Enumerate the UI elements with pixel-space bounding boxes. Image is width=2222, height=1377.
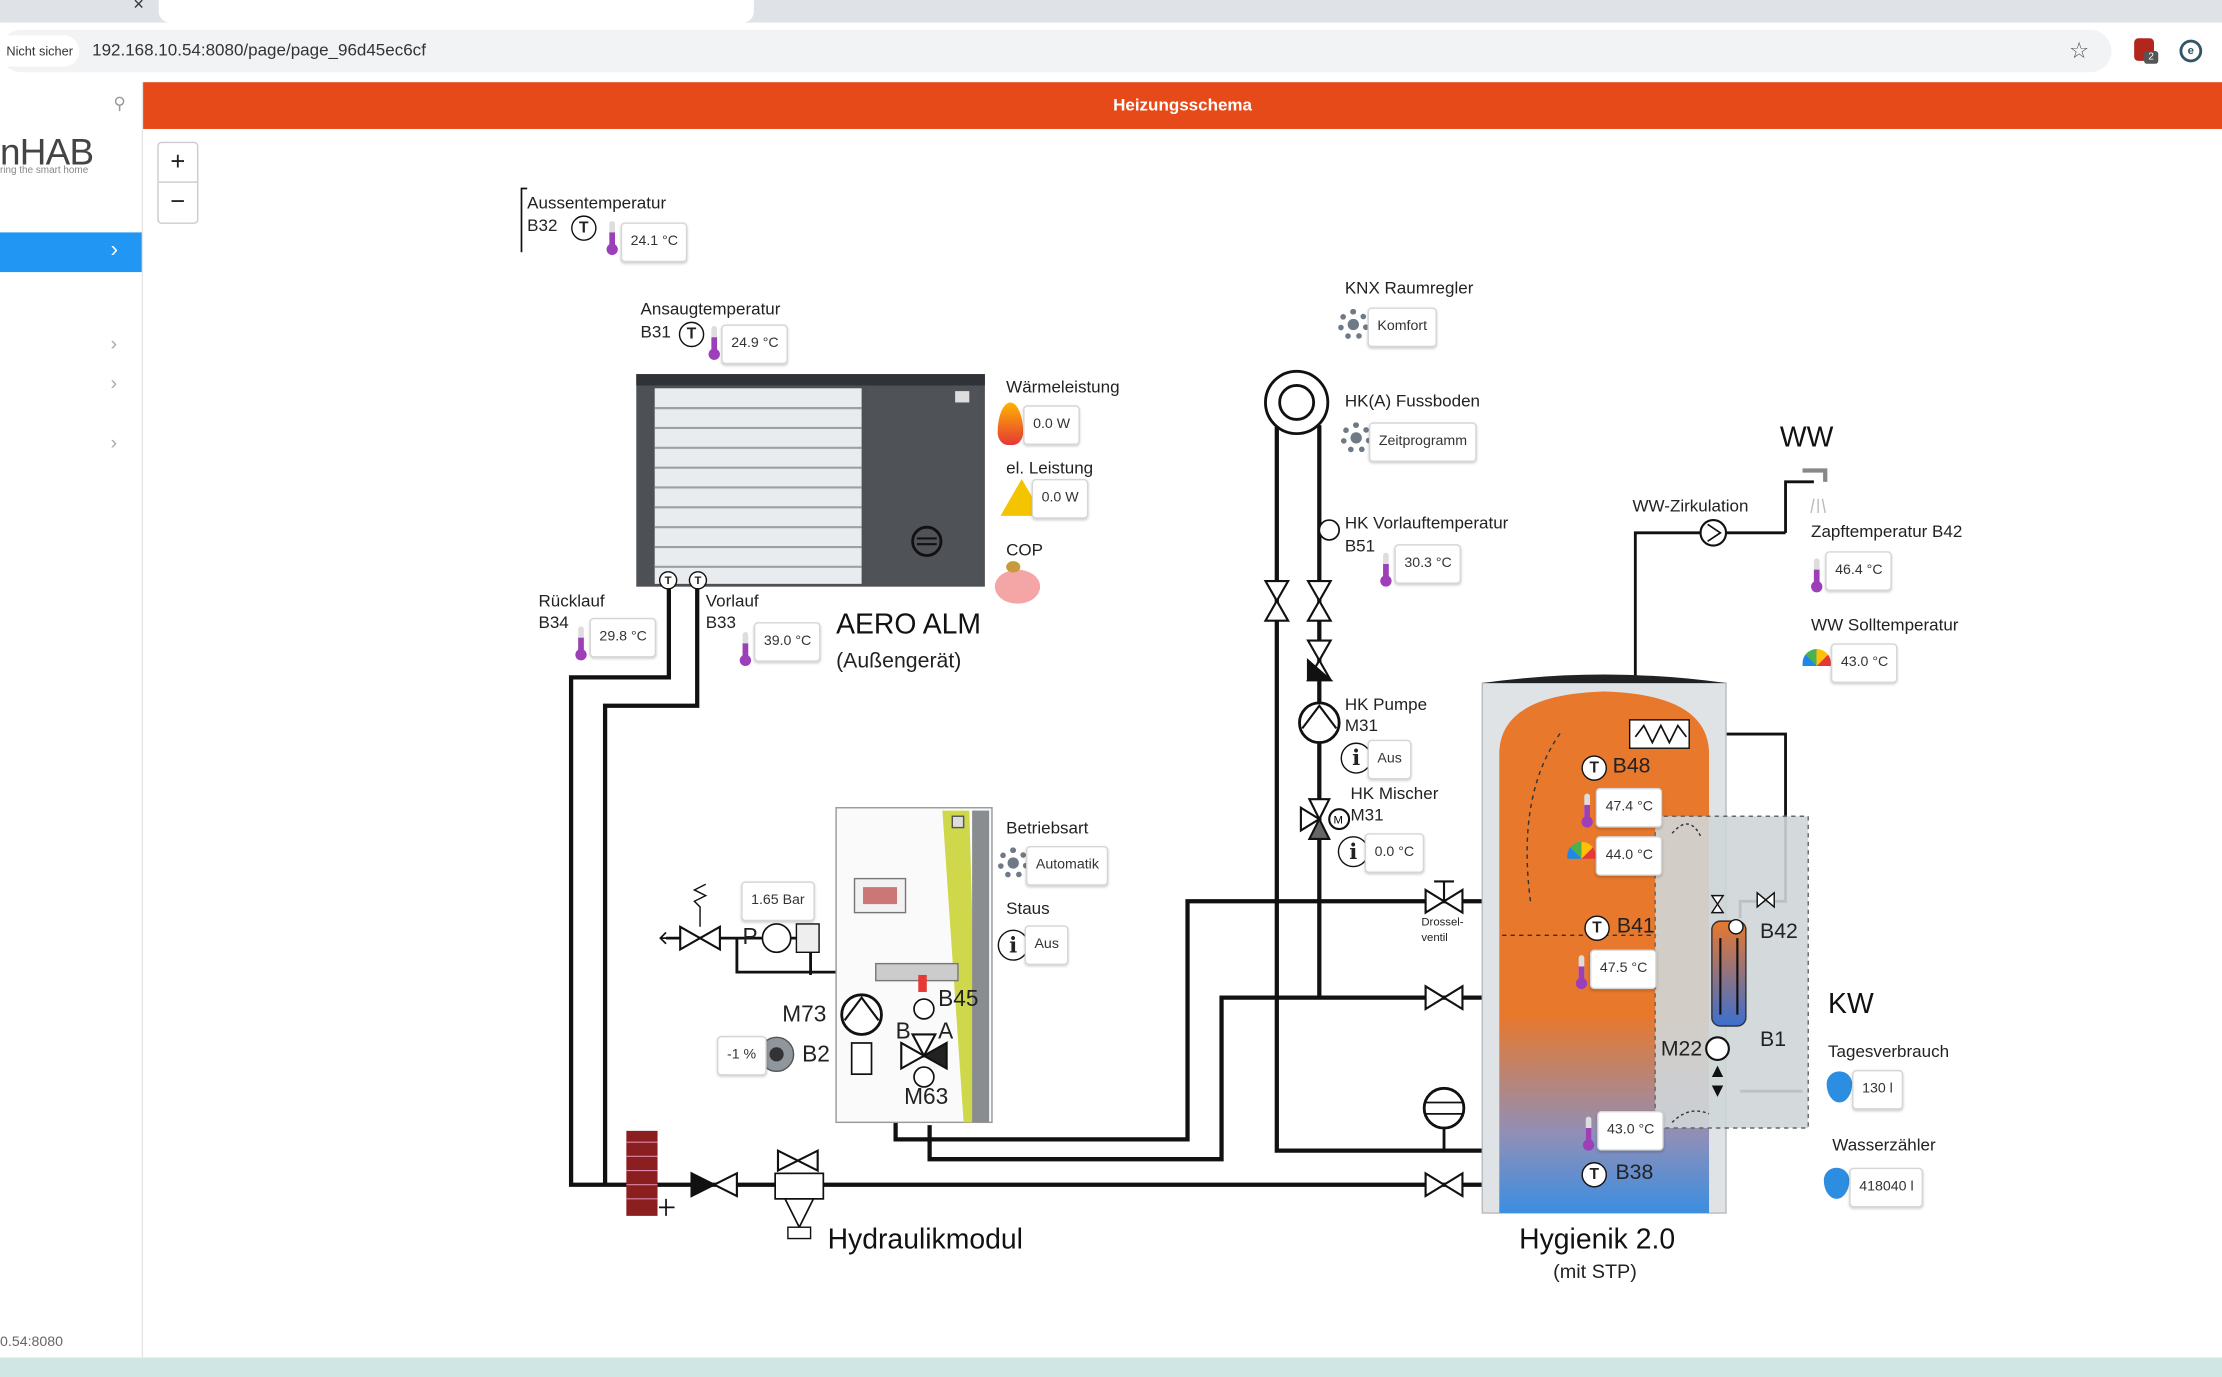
piggy-bank-icon — [994, 569, 1041, 604]
label-b45: B45 — [938, 987, 979, 1012]
label-wasserzaehler: Wasserzähler — [1832, 1135, 1936, 1155]
value-pressure[interactable]: 1.65 Bar — [741, 881, 815, 922]
value-b41[interactable]: 47.5 °C — [1589, 949, 1658, 990]
label-m63: M63 — [904, 1085, 949, 1110]
label-ww: WW — [1779, 422, 1834, 454]
temperature-sensor-icon: T — [1584, 915, 1610, 941]
label-cop: COP — [1006, 539, 1044, 560]
temperature-sensor-icon: T — [658, 571, 678, 590]
value-wasserzaehler[interactable]: 418040 l — [1849, 1167, 1924, 1208]
label-hk-vorlauftemperatur: HK Vorlauftemperatur — [1344, 512, 1509, 533]
label-staus: Staus — [1006, 898, 1050, 919]
label-hk-mischer-code: M31 — [1350, 804, 1384, 825]
thermometer-icon — [575, 626, 587, 661]
thermometer-icon — [1582, 1116, 1595, 1151]
label-valve-b: B — [895, 1020, 911, 1045]
value-b32[interactable]: 24.1 °C — [620, 222, 688, 263]
temperature-sensor-icon: T — [1581, 755, 1607, 781]
thermometer-icon — [1575, 955, 1588, 990]
label-zapftemperatur: Zapftemperatur B42 — [1811, 521, 1963, 542]
zoom-in-button[interactable]: + — [158, 143, 197, 183]
label-b32: B32 — [527, 215, 558, 236]
thermometer-icon — [1380, 552, 1392, 587]
label-b41: B41 — [1616, 914, 1655, 939]
heat-pump-subtitle: (Außengerät) — [836, 649, 962, 674]
thermometer-icon — [1581, 793, 1593, 828]
label-b31: B31 — [640, 321, 671, 342]
label-ww-zirkulation: WW-Zirkulation — [1632, 495, 1749, 516]
label-aussentemperatur: Aussentemperatur — [527, 192, 667, 213]
label-b34: B34 — [538, 612, 569, 633]
label-b38: B38 — [1615, 1160, 1654, 1185]
label-b2: B2 — [802, 1042, 830, 1068]
label-pressure-p: P — [742, 925, 758, 950]
value-tagesverbrauch[interactable]: 130 l — [1852, 1069, 1903, 1110]
value-ww-solltemperatur[interactable]: 43.0 °C — [1830, 643, 1899, 684]
gear-icon — [1337, 308, 1369, 341]
label-hk-mischer: HK Mischer — [1350, 783, 1439, 804]
thermometer-icon — [708, 325, 720, 360]
value-el-leistung[interactable]: 0.0 W — [1031, 478, 1089, 519]
label-el-leistung: el. Leistung — [1006, 457, 1094, 478]
value-zapftemperatur[interactable]: 46.4 °C — [1825, 551, 1893, 591]
label-hk-pumpe-code: M31 — [1344, 715, 1378, 736]
label-valve-a: A — [938, 1020, 954, 1045]
value-hk-fussboden[interactable]: Zeitprogramm — [1368, 422, 1477, 462]
coin-icon — [1006, 561, 1021, 573]
value-b33[interactable]: 39.0 °C — [753, 622, 822, 662]
label-hk-pumpe: HK Pumpe — [1344, 694, 1428, 715]
hydraulic-module-name: Hydraulikmodul — [827, 1224, 1023, 1256]
label-b33: B33 — [705, 612, 736, 633]
label-ansaugtemperatur: Ansaugtemperatur — [640, 299, 781, 319]
value-b51[interactable]: 30.3 °C — [1394, 544, 1462, 584]
value-waermeleistung[interactable]: 0.0 W — [1023, 405, 1081, 445]
value-b31[interactable]: 24.9 °C — [721, 324, 789, 365]
gear-icon — [1340, 422, 1372, 454]
label-ruecklauf: Rücklauf — [538, 590, 605, 611]
zoom-out-button[interactable]: − — [159, 183, 197, 221]
label-waermeleistung: Wärmeleistung — [1006, 376, 1120, 397]
label-b48: B48 — [1612, 753, 1651, 778]
value-knx-raumregler[interactable]: Komfort — [1367, 307, 1437, 348]
label-vorlauf: Vorlauf — [705, 590, 759, 611]
label-kw: KW — [1828, 989, 1874, 1021]
value-b2[interactable]: -1 % — [717, 1035, 767, 1076]
value-b34[interactable]: 29.8 °C — [589, 617, 657, 658]
wall-brick — [626, 1130, 658, 1216]
label-knx-raumregler: KNX Raumregler — [1344, 277, 1474, 298]
screen: × Nicht sicher 192.168.10.54:8080/page/p… — [0, 0, 2222, 1377]
storage-tank-subtitle: (mit STP) — [1553, 1259, 1637, 1283]
label-betriebsart: Betriebsart — [1006, 817, 1089, 838]
label-m22: M22 — [1660, 1037, 1703, 1062]
thermometer-icon — [1811, 558, 1823, 593]
temperature-sensor-icon: T — [1581, 1162, 1607, 1188]
label-tagesverbrauch: Tagesverbrauch — [1828, 1041, 1950, 1062]
label-b1: B1 — [1760, 1027, 1787, 1052]
value-staus[interactable]: Aus — [1024, 925, 1069, 966]
value-hk-mischer[interactable]: 0.0 °C — [1364, 833, 1425, 873]
value-b38[interactable]: 43.0 °C — [1597, 1111, 1665, 1151]
storage-tank-name: Hygienik 2.0 — [1519, 1224, 1676, 1256]
value-b48[interactable]: 47.4 °C — [1595, 787, 1663, 828]
label-m73: M73 — [782, 1003, 827, 1028]
gear-icon — [997, 847, 1029, 879]
temperature-sensor-icon: T — [571, 215, 597, 241]
heat-pump-unit — [636, 374, 985, 587]
os-taskbar — [0, 1357, 2222, 1377]
heat-pump-name: AERO ALM — [836, 609, 982, 641]
label-b42-station: B42 — [1760, 919, 1798, 944]
temperature-sensor-icon: T — [688, 571, 708, 590]
label-hk-fussboden: HK(A) Fussboden — [1344, 391, 1480, 411]
label-drosselventil: Drossel- ventil — [1421, 915, 1464, 945]
svg-text:M: M — [1333, 814, 1342, 826]
label-b51: B51 — [1344, 535, 1376, 556]
value-b48-setpoint[interactable]: 44.0 °C — [1595, 836, 1663, 876]
temperature-sensor-icon: T — [678, 321, 705, 348]
zoom-control: + − — [157, 141, 199, 224]
label-ww-solltemperatur: WW Solltemperatur — [1811, 615, 1959, 635]
thermometer-icon — [739, 632, 752, 667]
value-hk-pumpe[interactable]: Aus — [1367, 739, 1412, 780]
value-betriebsart[interactable]: Automatik — [1025, 846, 1109, 886]
thermometer-icon — [606, 221, 618, 256]
